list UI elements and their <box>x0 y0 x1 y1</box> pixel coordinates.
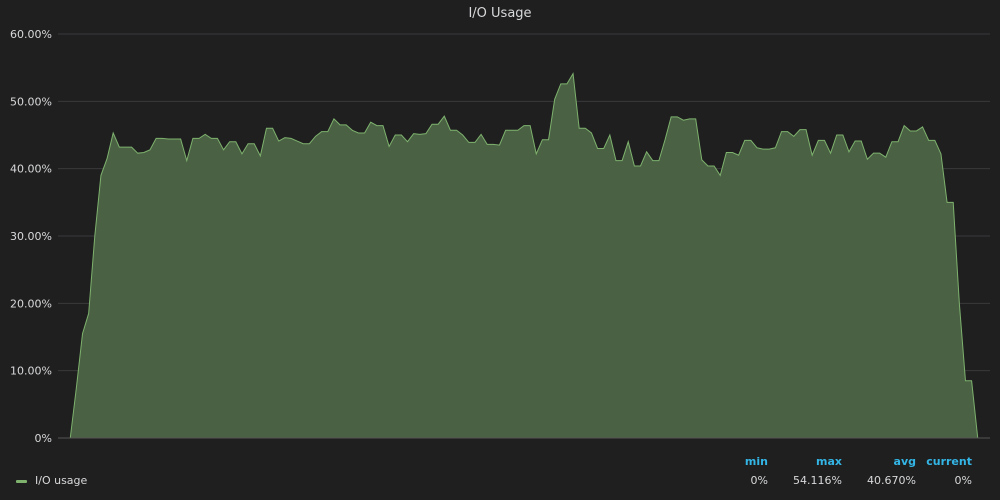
y-tick-label: 50.00% <box>10 95 52 108</box>
legend-value-avg: 40.670% <box>867 474 916 487</box>
legend-header-max[interactable]: max <box>770 455 842 468</box>
io-usage-chart: 0% 10.00% 20.00% 30.00% 40.00% 50.00% 60.00% <box>10 28 990 445</box>
y-tick-label: 40.00% <box>10 163 52 176</box>
series-area <box>58 73 990 439</box>
y-tick-label: 10.00% <box>10 365 52 378</box>
y-tick-label: 0% <box>35 432 52 445</box>
y-tick-label: 60.00% <box>10 28 52 41</box>
legend-value-current: 0% <box>954 474 972 487</box>
legend-series-name[interactable]: I/O usage <box>35 474 87 487</box>
io-usage-panel: I/O Usage 0% 10.00% 20.00% 30.00% 40.00% 50.0… <box>0 0 1000 500</box>
y-tick-label: 20.00% <box>10 297 52 310</box>
y-tick-label: 30.00% <box>10 230 52 243</box>
legend-header-avg[interactable]: avg <box>845 455 916 468</box>
legend-series-color-icon[interactable] <box>16 480 27 483</box>
legend-value-min: 0% <box>750 474 768 487</box>
legend-value-max: 54.116% <box>793 474 842 487</box>
legend-header-current[interactable]: current <box>918 455 972 468</box>
legend-header-min[interactable]: min <box>700 455 768 468</box>
